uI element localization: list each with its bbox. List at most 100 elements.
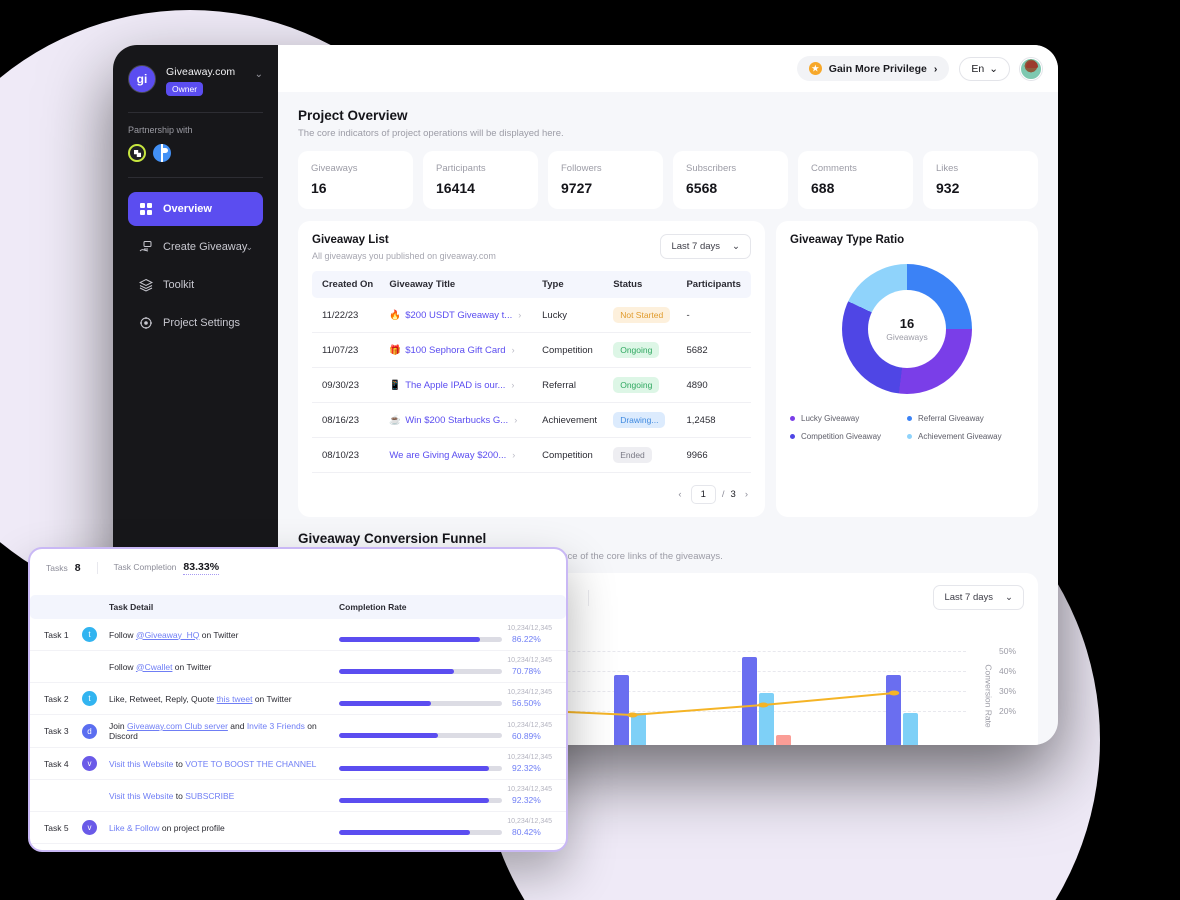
stat-card: Followers 9727	[548, 151, 663, 209]
gear-icon	[140, 317, 152, 329]
stat-label: Giveaways	[311, 163, 358, 174]
legend-item[interactable]: Referral Giveaway	[907, 414, 1024, 423]
chevron-right-icon: ›	[514, 415, 518, 425]
task-ratio: 10,234/12,345	[339, 850, 552, 852]
task-number: Task 1	[30, 619, 76, 651]
metric-tasks: Tasks 8	[46, 562, 98, 574]
partner-icons	[128, 144, 263, 162]
task-row[interactable]: Task 2 t Like, Retweet, Reply, Quote this …	[30, 682, 566, 715]
progress-track	[339, 733, 502, 738]
line-data-point[interactable]	[758, 702, 769, 708]
table-row[interactable]: 11/07/23 🎁 $100 Sephora Gift Card › Competit…	[312, 332, 751, 368]
task-row[interactable]: Task 3 d Join Giveaway.com Club server and…	[30, 714, 566, 748]
task-row[interactable]: Task 6▶Visit this channel on YouTube10,2…	[30, 843, 566, 852]
task-link[interactable]: VOTE TO BOOST THE CHANNEL	[185, 759, 316, 769]
sidebar-item-toolkit[interactable]: Toolkit	[128, 268, 263, 302]
divider	[128, 177, 263, 178]
task-link[interactable]: @Cwallet	[136, 662, 173, 672]
completion-percent: 86.22%	[512, 634, 541, 644]
task-ratio: 10,234/12,345	[507, 818, 552, 825]
giveaway-title-link[interactable]: 📱 The Apple IPAD is our... ›	[389, 380, 530, 391]
progress-fill	[339, 797, 490, 803]
legend-item[interactable]: Lucky Giveaway	[790, 414, 907, 423]
sidebar-item-overview[interactable]: Overview	[128, 192, 263, 226]
giveaway-table: Created On Giveaway Title Type Status Pa…	[312, 271, 751, 473]
safe-wallet-icon[interactable]	[128, 144, 146, 162]
task-link[interactable]: @Giveaway_HQ	[136, 630, 199, 640]
task-ratio: 10,234/12,345	[507, 657, 552, 664]
task-ratio: 10,234/12,345	[507, 689, 552, 696]
partnership-label: Partnership with	[128, 125, 193, 135]
owner-badge: Owner	[166, 82, 204, 96]
brand-switcher[interactable]: gi Giveaway.com Owner ⌄	[128, 65, 263, 97]
avatar[interactable]	[1020, 57, 1042, 80]
table-row[interactable]: 08/10/23 We are Giving Away $200... › Compe…	[312, 437, 751, 473]
task-link[interactable]: SUBSCRIBE	[185, 791, 234, 801]
table-row[interactable]: 08/16/23 ☕ Win $200 Starbucks G... › Achieve…	[312, 402, 751, 438]
date-range-dropdown[interactable]: Last 7 days ⌄	[660, 234, 751, 259]
task-ratio: 10,234/12,345	[507, 721, 552, 729]
giveaway-title-link[interactable]: 🔥 $200 USDT Giveaway t... ›	[389, 310, 530, 321]
progress-track	[339, 765, 502, 771]
next-page-button[interactable]: ›	[742, 489, 751, 500]
panel-title: Giveaway List	[312, 234, 389, 246]
line-data-point[interactable]	[888, 690, 900, 696]
col-participants[interactable]: Participants	[680, 271, 751, 298]
brand-logo-icon: gi	[128, 65, 156, 93]
task-row[interactable]: Task 5 v Like & Follow on project profile 1…	[30, 811, 566, 844]
sidebar-item-create-giveaway[interactable]: Create Giveaway ⌄	[128, 230, 263, 264]
progress-track	[339, 797, 502, 803]
task-link[interactable]: Like & Follow	[109, 823, 160, 833]
page-title: Project Overview	[298, 108, 408, 123]
status-badge: Not Started	[613, 307, 671, 323]
col-giveaway-title: Giveaway Title	[389, 279, 456, 290]
task-row[interactable]: Task 1 t Follow @Giveaway_HQ on Twitter 10,…	[30, 619, 566, 651]
line-data-point[interactable]	[627, 712, 638, 718]
sidebar-item-project-settings[interactable]: Project Settings	[128, 306, 263, 340]
completion-percent: 80.42%	[512, 827, 541, 837]
giveaway-title-link[interactable]: ☕ Win $200 Starbucks G... ›	[389, 415, 530, 426]
gain-more-privilege-button[interactable]: ★ Gain More Privilege ›	[796, 56, 950, 81]
task-text: on Twitter	[172, 661, 212, 672]
star-badge-icon: ★	[808, 62, 822, 75]
giveaway-title-link[interactable]: We are Giving Away $200... ›	[389, 450, 530, 461]
cell-type: Referral	[536, 367, 608, 403]
giveaway-title-link[interactable]: 🎁 $100 Sephora Gift Card ›	[389, 345, 530, 356]
donut-caption: Giveaways	[886, 332, 928, 342]
task-detail: Like, Retweet, Reply, Quote this tweet o…	[103, 682, 333, 715]
task-link[interactable]: Invite 3 Friends	[247, 721, 305, 731]
table-row[interactable]: 09/30/23 📱 The Apple IPAD is our... › Referr…	[312, 367, 751, 403]
legend-item[interactable]: Competition Giveaway	[790, 432, 907, 441]
metric-task-completion: Task Completion 83.33%	[98, 561, 235, 575]
chevron-down-icon[interactable]: ⌄	[245, 242, 253, 253]
task-row[interactable]: Visit this Website to SUBSCRIBE 10,234/12…	[30, 779, 566, 812]
current-page[interactable]: 1	[690, 485, 716, 504]
task-link[interactable]: Visit this Website	[109, 791, 173, 801]
grid-icon	[140, 203, 152, 215]
bitkeep-icon[interactable]	[153, 144, 171, 162]
giveaway-list-panel: Giveaway List All giveaways you publishe…	[298, 221, 765, 517]
task-row[interactable]: Task 4 v Visit this Website to VOTE TO BOO…	[30, 747, 566, 780]
task-text: on Twitter	[199, 629, 239, 640]
task-link[interactable]: Visit this Website	[109, 759, 173, 769]
task-text: Follow	[109, 629, 136, 640]
task-link[interactable]: this tweet	[217, 694, 253, 704]
y-axis-tick-label: 50%	[998, 646, 1016, 656]
task-number: Task 2	[30, 682, 76, 715]
funnel-date-range-dropdown[interactable]: Last 7 days ⌄	[933, 585, 1024, 610]
chevron-right-icon: ›	[511, 380, 515, 390]
giveaway-title-text: We are Giving Away $200...	[389, 449, 507, 461]
chevron-down-icon[interactable]: ⌄	[255, 65, 263, 80]
language-selector[interactable]: En ⌄	[959, 56, 1010, 81]
completion-percent: 92.32%	[512, 795, 541, 805]
legend-item[interactable]: Achievement Giveaway	[907, 432, 1024, 441]
topbar: ★ Gain More Privilege › En ⌄	[278, 45, 1058, 92]
table-row[interactable]: 11/22/23 🔥 $200 USDT Giveaway t... › Lucky No…	[312, 298, 751, 333]
prev-page-button[interactable]: ‹	[675, 489, 684, 500]
task-detail: Follow @Cwallet on Twitter	[103, 650, 333, 683]
task-text: to	[173, 758, 186, 769]
task-row[interactable]: Follow @Cwallet on Twitter 10,234/12,345 7…	[30, 650, 566, 683]
sidebar-item-label: Create Giveaway	[163, 241, 248, 253]
task-link[interactable]: Giveaway.com Club server	[127, 721, 228, 731]
progress-fill	[339, 700, 432, 706]
